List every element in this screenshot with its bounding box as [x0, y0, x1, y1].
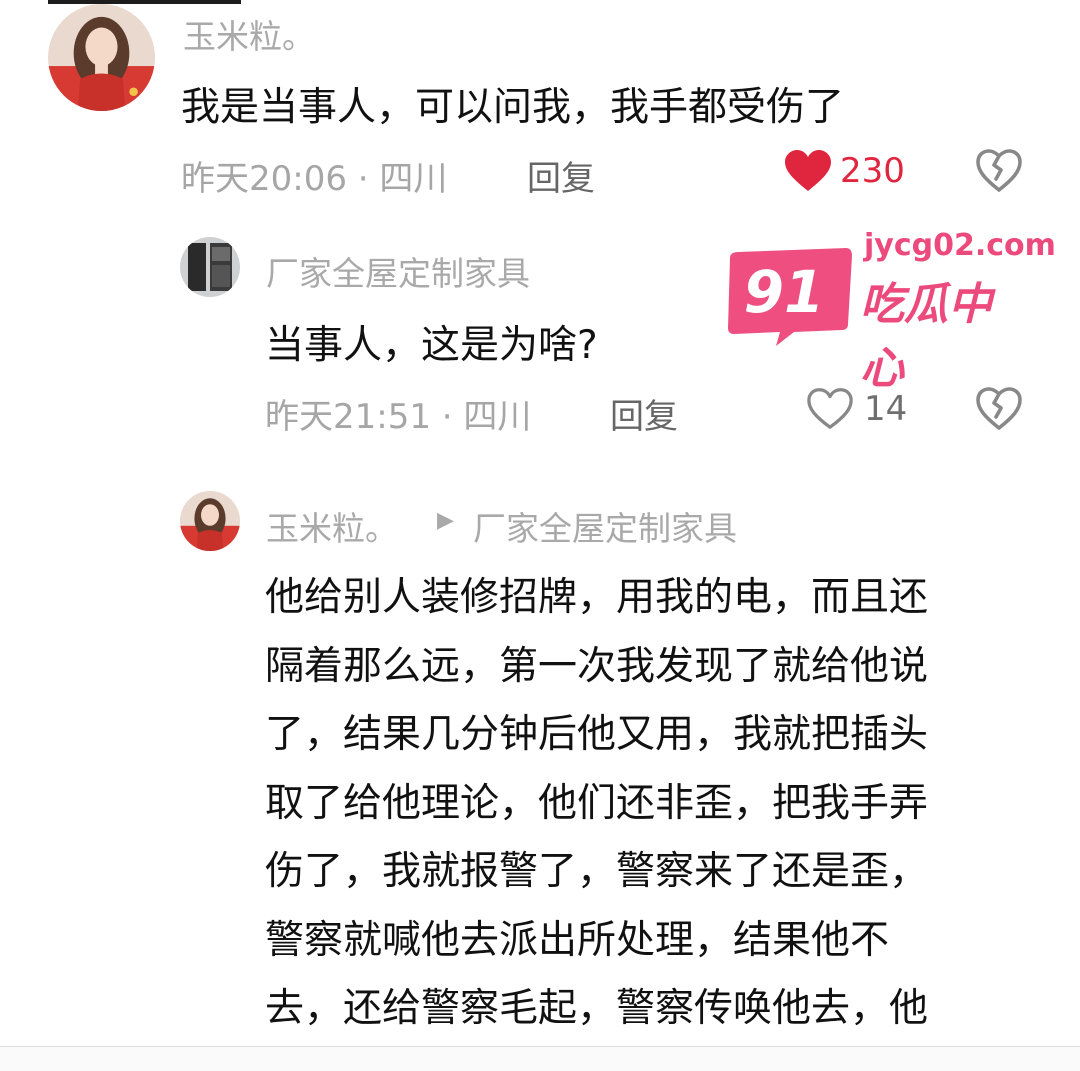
watermark-logo: 91 jycg02.com 吃瓜中心 [724, 228, 1056, 394]
avatar-image [180, 491, 240, 551]
avatar-image [180, 237, 240, 297]
reply-button[interactable]: 回复 [527, 151, 595, 200]
bottom-bar [0, 1047, 1080, 1071]
avatar[interactable] [48, 4, 155, 111]
comment-text-line: 伤了，我就报警了，警察来了还是歪， [265, 849, 929, 894]
comment-username[interactable]: 玉米粒。 [183, 10, 315, 58]
broken-heart-icon[interactable] [975, 149, 1023, 193]
comment-text-line: 警察就喊他去派出所处理，结果他不 [265, 917, 890, 963]
like-count: 230 [840, 151, 905, 191]
top-status-bar-fragment [48, 0, 241, 4]
heart-filled-icon[interactable] [783, 149, 833, 193]
comment-text-line: 取了给他理论，他们还非歪，把我手弄 [265, 780, 929, 826]
comment-text: 我是当事人，可以问我，我手都受伤了 [181, 85, 845, 130]
reply-button[interactable]: 回复 [610, 389, 678, 438]
comment-text-line: 了，结果几分钟后他又用，我就把插头 [265, 712, 929, 757]
heart-outline-icon[interactable] [806, 387, 854, 431]
comment-text: 当事人，这是为啥? [265, 323, 598, 368]
comment-text: 他给别人装修招牌，用我的电，而且还 隔着那么远，第一次我发现了就给他说 了，结果… [265, 564, 1045, 1044]
comment-text-line: 去，还给警察毛起，警察传唤他去，他 [265, 986, 929, 1031]
avatar[interactable] [180, 237, 240, 297]
watermark-name: 吃瓜中心 [860, 279, 992, 394]
avatar-image [48, 4, 155, 111]
comment-meta: 昨天20:06 · 四川 [181, 159, 448, 199]
comment-username[interactable]: 玉米粒。 [266, 502, 398, 550]
comment-username[interactable]: 厂家全屋定制家具 [266, 247, 530, 295]
comment-text-line: 隔着那么远，第一次我发现了就给他说 [265, 643, 929, 689]
watermark-number: 91 [743, 258, 825, 326]
avatar[interactable] [180, 491, 240, 551]
watermark-url: jycg02.com [864, 228, 1056, 263]
comment-meta: 昨天21:51 · 四川 [265, 397, 532, 437]
play-arrow-icon: ▶ [437, 508, 454, 533]
comment-text-line: 他给别人装修招牌，用我的电，而且还 [265, 575, 929, 620]
reply-to-username[interactable]: 厂家全屋定制家具 [473, 502, 737, 550]
